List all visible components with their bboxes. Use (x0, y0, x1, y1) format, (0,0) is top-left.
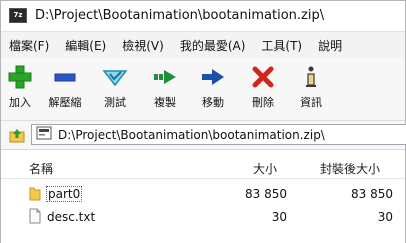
address-field[interactable]: D:\Project\Bootanimation\bootanimation.z… (31, 124, 406, 145)
toolbar: 加入 解壓縮 測試 複製 移動 刪除 資訊 (1, 58, 405, 121)
copy-button[interactable]: 複製 (142, 64, 188, 110)
7zip-app-icon[interactable]: 7z (9, 7, 27, 23)
file-name: part0 (46, 186, 83, 202)
move-button[interactable]: 移動 (190, 64, 236, 110)
menu-favorites[interactable]: 我的最愛(A) (172, 37, 254, 54)
menu-tools[interactable]: 工具(T) (253, 37, 310, 54)
list-header: 名稱 大小 封裝後大小 (1, 156, 405, 179)
file-list: 名稱 大小 封裝後大小 part0 83 850 83 850 desc.txt (1, 150, 405, 243)
add-icon (0, 64, 43, 90)
address-path: D:\Project\Bootanimation\bootanimation.z… (58, 127, 325, 142)
menu-edit[interactable]: 編輯(E) (57, 37, 114, 54)
window-title: D:\Project\Bootanimation\bootanimation.z… (35, 7, 325, 23)
delete-label: 刪除 (252, 96, 274, 109)
copy-icon (142, 64, 188, 90)
add-button[interactable]: 加入 (0, 64, 43, 110)
info-label: 資訊 (300, 96, 322, 109)
menu-help[interactable]: 說明 (310, 37, 350, 54)
column-header-packed-size[interactable]: 封裝後大小 (320, 160, 380, 177)
file-packed-size: 83 850 (351, 187, 393, 201)
info-button[interactable]: 資訊 (288, 64, 334, 110)
file-size: 83 850 (245, 187, 287, 201)
file-manager-window: 7z D:\Project\Bootanimation\bootanimatio… (0, 0, 406, 243)
table-row[interactable]: desc.txt 30 30 (1, 206, 405, 228)
delete-button[interactable]: 刪除 (240, 64, 286, 110)
menu-view[interactable]: 檢視(V) (114, 37, 172, 54)
file-packed-size: 30 (377, 210, 393, 224)
test-button[interactable]: 測試 (92, 64, 138, 110)
table-row[interactable]: part0 83 850 83 850 (1, 183, 405, 205)
add-label: 加入 (9, 96, 31, 109)
extract-label: 解壓縮 (48, 96, 82, 109)
file-size: 30 (271, 210, 287, 224)
file-name: desc.txt (47, 210, 96, 224)
folder-up-icon[interactable] (9, 127, 25, 147)
column-header-size[interactable]: 大小 (253, 160, 277, 177)
move-icon (190, 64, 236, 90)
menu-bar: 檔案(F) 編輯(E) 檢視(V) 我的最愛(A) 工具(T) 說明 (1, 31, 405, 59)
folder-icon (29, 185, 41, 205)
test-label: 測試 (104, 96, 126, 109)
move-label: 移動 (202, 96, 224, 109)
menu-file[interactable]: 檔案(F) (1, 37, 57, 54)
extract-button[interactable]: 解壓縮 (42, 64, 88, 110)
text-file-icon (29, 208, 41, 228)
address-bar: D:\Project\Bootanimation\bootanimation.z… (1, 121, 406, 150)
column-header-name[interactable]: 名稱 (29, 160, 53, 177)
zip-archive-icon (36, 125, 52, 144)
delete-icon (240, 64, 286, 90)
copy-label: 複製 (154, 96, 176, 109)
test-icon (92, 64, 138, 90)
extract-icon (42, 64, 88, 90)
info-icon (288, 64, 334, 90)
title-bar: 7z D:\Project\Bootanimation\bootanimatio… (1, 1, 405, 29)
